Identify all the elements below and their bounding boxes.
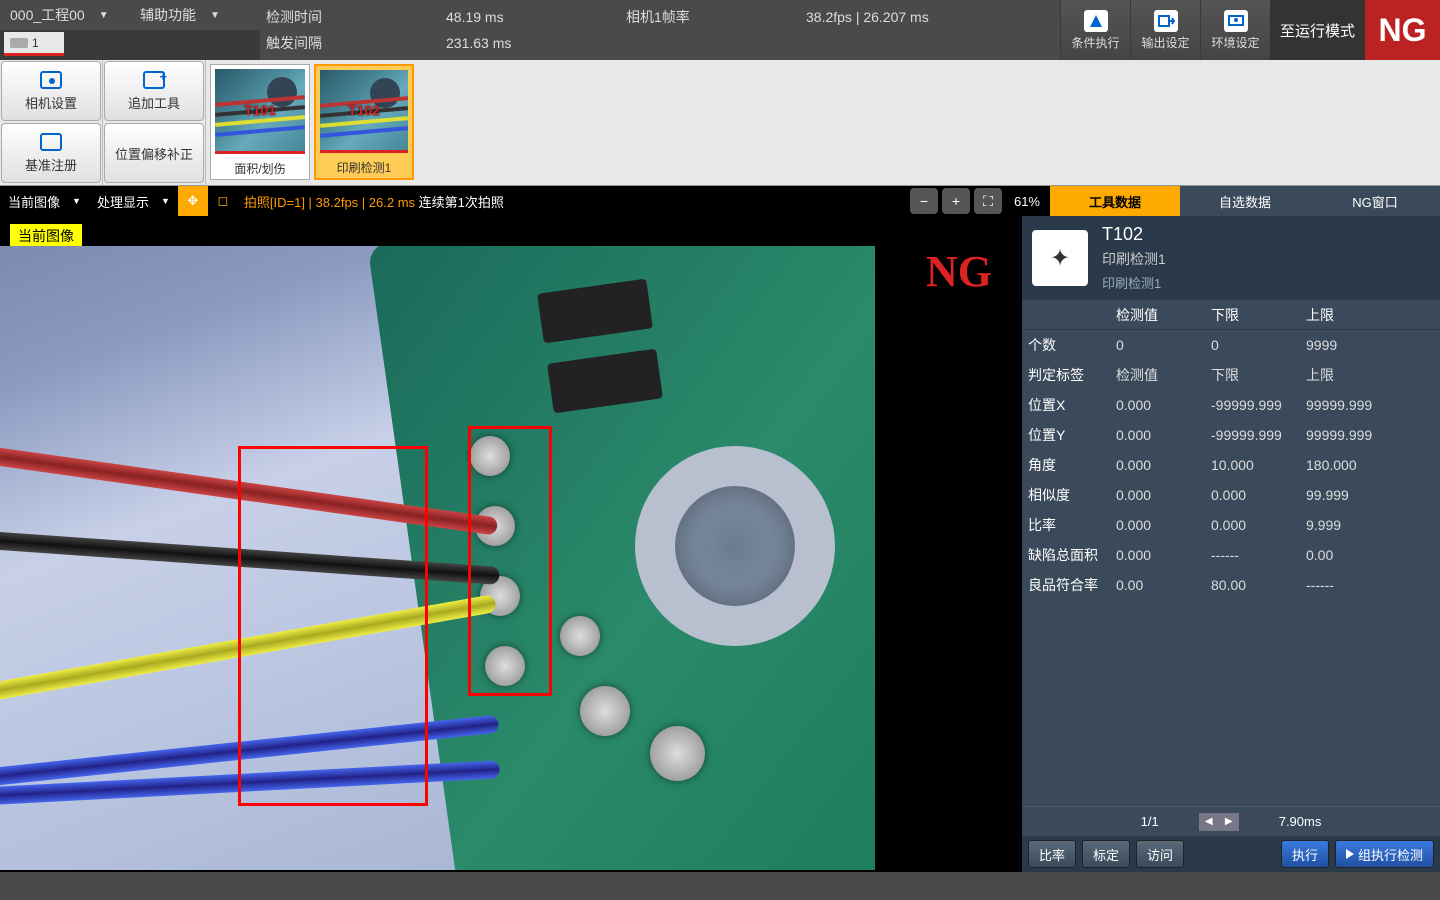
zoom-out-icon: − <box>920 193 928 209</box>
aux-dropdown[interactable]: 辅助功能 ▼ <box>130 0 260 30</box>
run-mode-button[interactable]: 至运行模式 <box>1270 0 1365 60</box>
ratio-button[interactable]: 比率 <box>1028 840 1076 868</box>
caret-down-icon: ▼ <box>72 196 81 206</box>
camera-icon <box>10 38 28 48</box>
execute-button[interactable]: 执行 <box>1281 840 1329 868</box>
tool-name: 印刷检测1 <box>1102 249 1166 269</box>
thumb-t102-caption: 印刷检测1 <box>316 157 412 178</box>
capture-info: 拍照[ID=1] | 38.2fps | 26.2 ms 连续第1次拍照 <box>238 192 504 211</box>
access-button[interactable]: 访问 <box>1136 840 1184 868</box>
play-icon <box>1346 849 1354 859</box>
table-header: 检测值 下限 上限 <box>1022 300 1440 330</box>
right-panel: ✦ T102 印刷检测1 印刷检测1 检测值 下限 上限 个数009999判定标… <box>1022 216 1440 872</box>
thumb-t101-id: T101 <box>244 102 276 118</box>
caret-down-icon: ▼ <box>99 10 109 21</box>
image-pane[interactable]: 当前图像 NG <box>0 216 1022 872</box>
exec-time: 7.90ms <box>1279 814 1322 829</box>
table-row: 良品符合率0.0080.00------ <box>1022 570 1440 600</box>
crop-icon: ◻ <box>217 193 228 209</box>
page-next-button[interactable]: ▶ <box>1219 813 1239 831</box>
table-row: 角度0.00010.000180.000 <box>1022 450 1440 480</box>
ng-overlay: NG <box>926 246 992 297</box>
target-icon: ✥ <box>187 193 198 209</box>
cond-exec-button[interactable]: 条件执行 <box>1060 0 1130 60</box>
panel-footer: 比率 标定 访问 执行 组执行检测 <box>1022 836 1440 872</box>
env-setting-icon <box>1224 10 1248 32</box>
ng-status-box: NG <box>1365 0 1440 60</box>
thumb-t101[interactable]: T101 面积/划伤 <box>210 64 310 180</box>
project-dropdown-label: 000_工程00 <box>10 5 85 25</box>
table-row: 位置Y0.000-99999.99999999.999 <box>1022 420 1440 450</box>
display-mode-dropdown[interactable]: 处理显示▼ <box>89 186 178 216</box>
fit-icon: ⛶ <box>983 193 993 210</box>
zoom-in-button[interactable]: + <box>942 188 970 214</box>
roi-box-2 <box>468 426 552 696</box>
target-icon-button[interactable]: ✥ <box>178 186 208 216</box>
table-row: 判定标签检测值下限上限 <box>1022 360 1440 390</box>
zoom-out-button[interactable]: − <box>910 188 938 214</box>
page-prev-button[interactable]: ◀ <box>1199 813 1219 831</box>
camera-setting-icon <box>40 71 62 89</box>
add-tool-icon: + <box>143 71 165 89</box>
table-row: 相似度0.0000.00099.999 <box>1022 480 1440 510</box>
tab-ng-window[interactable]: NG窗口 <box>1310 186 1440 216</box>
pos-correction-button[interactable]: 位置偏移补正 <box>104 123 204 183</box>
aux-dropdown-label: 辅助功能 <box>140 5 196 25</box>
crop-icon-button[interactable]: ◻ <box>208 186 238 216</box>
detect-time-label: 检测时间 <box>266 7 446 27</box>
env-setting-button[interactable]: 环境设定 <box>1200 0 1270 60</box>
header-stats: 检测时间 48.19 ms 相机1帧率 38.2fps | 26.207 ms … <box>260 0 1060 60</box>
ref-register-icon <box>40 133 62 151</box>
tab-tool-data[interactable]: 工具数据 <box>1050 186 1180 216</box>
page-indicator: 1/1 <box>1141 814 1159 829</box>
camera-tab-1[interactable]: 1 <box>4 32 64 56</box>
tool-thumbnails: T101 面积/划伤 T102 印刷检测1 <box>206 60 1440 185</box>
roi-box-1 <box>238 446 428 806</box>
image-source-dropdown[interactable]: 当前图像▼ <box>0 186 89 216</box>
project-dropdown[interactable]: 000_工程00 ▼ <box>0 0 130 30</box>
data-table: 检测值 下限 上限 个数009999判定标签检测值下限上限位置X0.000-99… <box>1022 300 1440 806</box>
tool-id: T102 <box>1102 224 1166 245</box>
trigger-value: 231.63 ms <box>446 35 626 51</box>
table-row: 个数009999 <box>1022 330 1440 360</box>
zoom-level: 61% <box>1004 194 1050 209</box>
tool-header: ✦ T102 印刷检测1 印刷检测1 <box>1022 216 1440 300</box>
tab-custom-data[interactable]: 自选数据 <box>1180 186 1310 216</box>
zoom-in-icon: + <box>952 193 960 209</box>
add-tool-button[interactable]: + 追加工具 <box>104 61 204 121</box>
cond-exec-icon <box>1084 10 1108 32</box>
table-row: 缺陷总面积0.000------0.00 <box>1022 540 1440 570</box>
output-setting-button[interactable]: 输出设定 <box>1130 0 1200 60</box>
pcb-image <box>0 246 875 870</box>
detect-time-value: 48.19 ms <box>446 9 626 25</box>
camera-setting-button[interactable]: 相机设置 <box>1 61 101 121</box>
caret-down-icon: ▼ <box>161 196 170 206</box>
thumb-t102-id: T102 <box>348 102 380 118</box>
table-row: 位置X0.000-99999.99999999.999 <box>1022 390 1440 420</box>
cam-rate-value: 38.2fps | 26.207 ms <box>806 9 986 25</box>
current-image-tag: 当前图像 <box>10 224 82 248</box>
mid-toolbar: 当前图像▼ 处理显示▼ ✥ ◻ 拍照[ID=1] | 38.2fps | 26.… <box>0 186 1440 216</box>
group-execute-button[interactable]: 组执行检测 <box>1335 840 1434 868</box>
thumb-t102[interactable]: T102 印刷检测1 <box>314 64 414 180</box>
zoom-fit-button[interactable]: ⛶ <box>974 188 1002 214</box>
pager: 1/1 ◀▶ 7.90ms <box>1022 806 1440 836</box>
tool-icon: ✦ <box>1032 230 1088 286</box>
table-row: 比率0.0000.0009.999 <box>1022 510 1440 540</box>
main-area: 当前图像 NG ✦ T102 印刷检测 <box>0 216 1440 872</box>
tool-sub: 印刷检测1 <box>1102 273 1166 292</box>
output-setting-icon <box>1154 10 1178 32</box>
caret-down-icon: ▼ <box>210 10 220 21</box>
trigger-label: 触发间隔 <box>266 33 446 53</box>
thumb-t101-caption: 面积/划伤 <box>211 158 309 179</box>
ref-register-button[interactable]: 基准注册 <box>1 123 101 183</box>
cam-rate-label: 相机1帧率 <box>626 7 806 27</box>
calibrate-button[interactable]: 标定 <box>1082 840 1130 868</box>
tool-row: 相机设置 基准注册 + 追加工具 位置偏移补正 T101 面积/划伤 <box>0 60 1440 186</box>
